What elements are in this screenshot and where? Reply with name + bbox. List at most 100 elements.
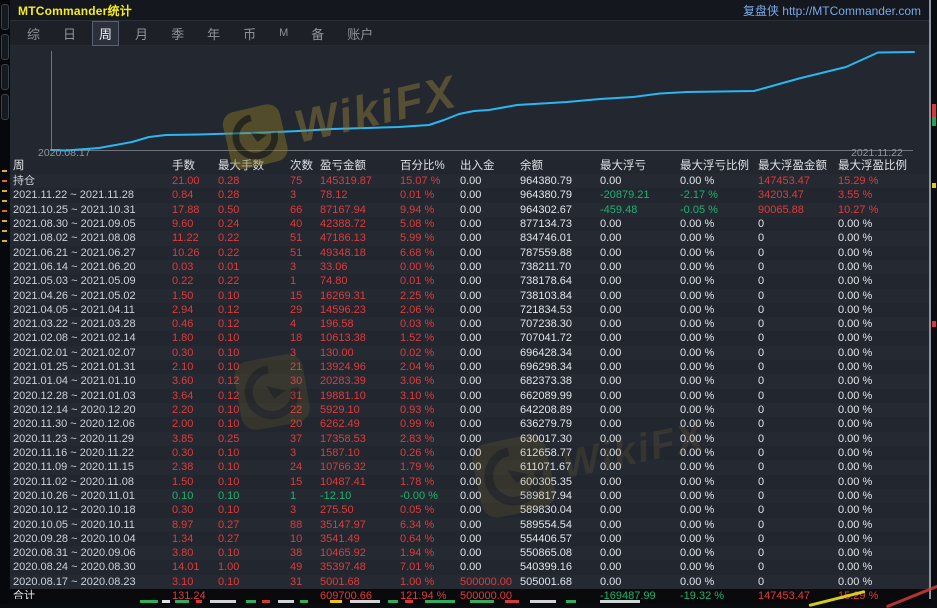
cell: 0.00 %: [680, 260, 758, 274]
menu-item-年[interactable]: 年: [200, 21, 227, 46]
cell: 78.12: [320, 188, 400, 202]
cell: 9.60: [172, 217, 218, 231]
table-row[interactable]: 2020.08.31 ~ 2020.09.063.800.103810465.9…: [10, 546, 929, 560]
table-row[interactable]: 2021.06.14 ~ 2021.06.200.030.01333.060.0…: [10, 260, 929, 274]
toolbar-slot-icon: [1, 64, 9, 90]
table-row[interactable]: 2020.10.12 ~ 2020.10.180.300.103275.500.…: [10, 503, 929, 517]
cell: 0.10: [218, 289, 290, 303]
table-row[interactable]: 2021.06.21 ~ 2021.06.2710.260.225149348.…: [10, 246, 929, 260]
cell: 1.00 %: [400, 575, 460, 589]
cell: 2021.04.26 ~ 2021.05.02: [13, 289, 172, 303]
cell: 0.00: [460, 432, 520, 446]
table-row[interactable]: 2020.10.05 ~ 2020.10.118.970.278835147.9…: [10, 518, 929, 532]
table-row[interactable]: 2020.11.30 ~ 2020.12.062.000.10206262.49…: [10, 417, 929, 431]
cell: 0.00: [460, 403, 520, 417]
table-row[interactable]: 2021.05.03 ~ 2021.05.090.220.22174.800.0…: [10, 274, 929, 288]
menu-item-季[interactable]: 季: [164, 21, 191, 46]
cell: 21: [290, 360, 320, 374]
menu-item-日[interactable]: 日: [56, 21, 83, 46]
cell: 0: [758, 374, 838, 388]
cell: 2021.08.02 ~ 2021.08.08: [13, 231, 172, 245]
cell: 0.00 %: [680, 289, 758, 303]
cell: 10: [290, 532, 320, 546]
cell: 2021.04.05 ~ 2021.04.11: [13, 303, 172, 317]
cell: 2020.11.23 ~ 2020.11.29: [13, 432, 172, 446]
cell: 31: [290, 575, 320, 589]
cell: 38: [290, 546, 320, 560]
menu-item-月[interactable]: 月: [128, 21, 155, 46]
table-row[interactable]: 2021.02.01 ~ 2021.02.070.300.103130.000.…: [10, 346, 929, 360]
table-row[interactable]: 2021.08.02 ~ 2021.08.0811.220.225147186.…: [10, 231, 929, 245]
cell: 持仓: [13, 174, 172, 188]
cell: 0.00 %: [838, 403, 929, 417]
table-row[interactable]: 2021.08.30 ~ 2021.09.059.600.244042388.7…: [10, 217, 929, 231]
cell: 0.03: [172, 260, 218, 274]
table-row[interactable]: 2020.11.09 ~ 2020.11.152.380.102410766.3…: [10, 460, 929, 474]
cell: 0.00 %: [838, 331, 929, 345]
table-row[interactable]: 2020.08.24 ~ 2020.08.3014.011.004935397.…: [10, 560, 929, 574]
cell: 0.00 %: [838, 446, 929, 460]
menu-item-周[interactable]: 周: [92, 21, 119, 46]
cell: 0.00: [460, 289, 520, 303]
cell: 0.00 %: [680, 217, 758, 231]
cell: 20283.39: [320, 374, 400, 388]
cell: 1: [290, 489, 320, 503]
menu-item-账户[interactable]: 账户: [340, 21, 380, 46]
cell: 0.00 %: [838, 417, 929, 431]
cell: 7.01 %: [400, 560, 460, 574]
cell: 2021.02.01 ~ 2021.02.07: [13, 346, 172, 360]
cell: 2020.10.26 ~ 2020.11.01: [13, 489, 172, 503]
table-row[interactable]: 2020.08.17 ~ 2020.08.233.100.10315001.68…: [10, 575, 929, 589]
cell: 15: [290, 289, 320, 303]
table-row[interactable]: 2021.11.22 ~ 2021.11.280.840.28378.120.0…: [10, 188, 929, 202]
cell: 2.25 %: [400, 289, 460, 303]
menu-item-M[interactable]: M: [272, 24, 295, 42]
table-row[interactable]: 2020.09.28 ~ 2020.10.041.340.27103541.49…: [10, 532, 929, 546]
cell: 0.00 %: [680, 460, 758, 474]
cell: 5.08 %: [400, 217, 460, 231]
cell: 0: [758, 389, 838, 403]
cell: 0.00: [460, 331, 520, 345]
background-window-left-sliver: [0, 0, 10, 604]
cell: 0: [758, 231, 838, 245]
cell: 35147.97: [320, 518, 400, 532]
cell: 2021.10.25 ~ 2021.10.31: [13, 203, 172, 217]
table-row[interactable]: 2021.04.05 ~ 2021.04.112.940.122914596.2…: [10, 303, 929, 317]
table-row[interactable]: 2020.12.14 ~ 2020.12.202.200.10225929.10…: [10, 403, 929, 417]
table-row[interactable]: 2020.11.23 ~ 2020.11.293.850.253717358.5…: [10, 432, 929, 446]
cell: 2021.01.25 ~ 2021.01.31: [13, 360, 172, 374]
table-row[interactable]: 2021.01.25 ~ 2021.01.312.100.102113924.9…: [10, 360, 929, 374]
table-row[interactable]: 2020.11.16 ~ 2020.11.220.300.1031587.100…: [10, 446, 929, 460]
cell: 10766.32: [320, 460, 400, 474]
table-row[interactable]: 2021.01.04 ~ 2021.01.103.600.123020283.3…: [10, 374, 929, 388]
cell: 0.00 %: [680, 546, 758, 560]
cell: 0.00: [460, 360, 520, 374]
cell: 0.10: [218, 489, 290, 503]
cell: 0.93 %: [400, 403, 460, 417]
table-row[interactable]: 2021.03.22 ~ 2021.03.280.460.124196.580.…: [10, 317, 929, 331]
table-row[interactable]: 2021.02.08 ~ 2021.02.141.800.101810613.3…: [10, 331, 929, 345]
menu-item-综[interactable]: 综: [20, 21, 47, 46]
cell: 31: [290, 389, 320, 403]
table-row[interactable]: 持仓21.000.2875145319.8715.07 %0.00964380.…: [10, 174, 929, 188]
table-row[interactable]: 2021.10.25 ~ 2021.10.3117.880.506687167.…: [10, 203, 929, 217]
cell: 11.22: [172, 231, 218, 245]
table-row[interactable]: 2021.04.26 ~ 2021.05.021.500.101516269.3…: [10, 289, 929, 303]
cell: 0.00 %: [838, 289, 929, 303]
cell: 2021.01.04 ~ 2021.01.10: [13, 374, 172, 388]
cell: 642208.89: [520, 403, 600, 417]
menu-item-备[interactable]: 备: [304, 21, 331, 46]
menu-item-币[interactable]: 币: [236, 21, 263, 46]
table-row[interactable]: 2020.10.26 ~ 2020.11.010.100.101-12.10-0…: [10, 489, 929, 503]
background-window-bottom-sliver: [10, 599, 931, 604]
cell: 0: [758, 560, 838, 574]
candle-mark: [932, 117, 936, 126]
table-row[interactable]: 2020.12.28 ~ 2021.01.033.640.123119881.1…: [10, 389, 929, 403]
cell: -12.10: [320, 489, 400, 503]
table-row[interactable]: 2020.11.02 ~ 2020.11.081.500.101510487.4…: [10, 475, 929, 489]
cell: 6.68 %: [400, 246, 460, 260]
cell: 3.85: [172, 432, 218, 446]
cell: 14596.23: [320, 303, 400, 317]
column-header: 最大手数: [218, 158, 290, 174]
cell: 35397.48: [320, 560, 400, 574]
